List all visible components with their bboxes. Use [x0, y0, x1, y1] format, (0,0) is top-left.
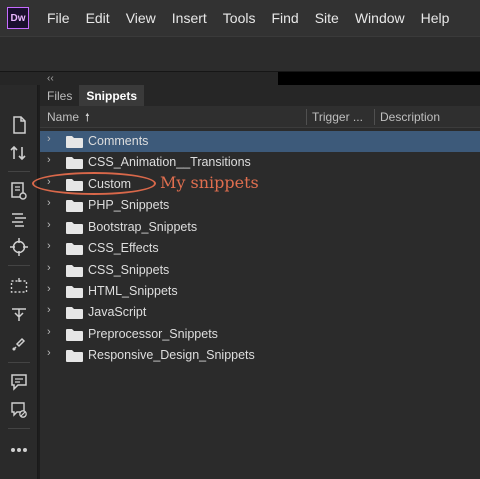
- more-icon[interactable]: [7, 438, 31, 462]
- folder-row-responsive[interactable]: › Responsive_Design_Snippets: [40, 345, 480, 366]
- column-divider[interactable]: [374, 109, 375, 125]
- folder-label: CSS_Animation__Transitions: [88, 155, 251, 169]
- chevron-right-icon[interactable]: ›: [47, 347, 51, 359]
- folder-icon: [66, 350, 83, 362]
- rail-divider: [8, 362, 30, 363]
- folder-icon: [66, 222, 83, 234]
- menu-edit[interactable]: Edit: [78, 0, 118, 36]
- folder-icon: [66, 136, 83, 148]
- menu-file[interactable]: File: [39, 0, 78, 36]
- menu-insert[interactable]: Insert: [164, 0, 215, 36]
- menu-window[interactable]: Window: [347, 0, 413, 36]
- folder-row-html[interactable]: › HTML_Snippets: [40, 281, 480, 302]
- menu-site[interactable]: Site: [307, 0, 347, 36]
- chevron-right-icon[interactable]: ›: [47, 304, 51, 316]
- rail-divider: [8, 265, 30, 266]
- folder-label: CSS_Snippets: [88, 263, 170, 277]
- brush-icon[interactable]: [7, 332, 31, 356]
- rail-divider: [8, 171, 30, 172]
- folder-label: Comments: [88, 134, 149, 148]
- chevron-right-icon[interactable]: ›: [47, 219, 51, 231]
- chevron-right-icon[interactable]: ›: [47, 326, 51, 338]
- folder-row-css-animation[interactable]: › CSS_Animation__Transitions: [40, 152, 480, 173]
- tool-rail: [0, 85, 38, 479]
- column-description[interactable]: Description: [380, 110, 440, 124]
- dom-icon[interactable]: [7, 207, 31, 231]
- document-area-bar: [278, 72, 480, 85]
- column-trigger[interactable]: Trigger ...: [312, 110, 363, 124]
- collapse-row: ‹‹: [0, 72, 480, 85]
- collapse-panel-button[interactable]: ‹‹: [47, 72, 54, 85]
- folder-icon: [66, 329, 83, 341]
- comment-icon[interactable]: [7, 370, 31, 394]
- live-view-icon[interactable]: [7, 179, 31, 203]
- panel-tabs: Files Snippets: [40, 85, 480, 106]
- extract-icon[interactable]: [7, 302, 31, 326]
- dreamweaver-logo: Dw: [7, 7, 29, 29]
- folder-row-css-snippets[interactable]: › CSS_Snippets: [40, 260, 480, 281]
- new-document-icon[interactable]: [7, 113, 31, 137]
- comment-settings-icon[interactable]: [7, 398, 31, 422]
- folder-icon: [66, 286, 83, 298]
- folder-icon: [66, 307, 83, 319]
- chevron-right-icon[interactable]: ›: [47, 197, 51, 209]
- snippets-panel: Files Snippets Name 🠕 Trigger ... Descri…: [40, 85, 480, 479]
- folder-icon: [66, 200, 83, 212]
- column-divider[interactable]: [306, 109, 307, 125]
- menu-tools[interactable]: Tools: [215, 0, 264, 36]
- rail-divider: [8, 428, 30, 429]
- folder-row-preprocessor[interactable]: › Preprocessor_Snippets: [40, 324, 480, 345]
- chevron-right-icon[interactable]: ›: [47, 154, 51, 166]
- annotation-ellipse: [32, 172, 156, 195]
- toolbar-strip: [0, 36, 480, 72]
- folder-label: HTML_Snippets: [88, 284, 178, 298]
- folder-label: PHP_Snippets: [88, 198, 170, 212]
- menu-view[interactable]: View: [118, 0, 164, 36]
- chevron-right-icon[interactable]: ›: [47, 133, 51, 145]
- folder-label: JavaScript: [88, 305, 147, 319]
- column-header: Name 🠕 Trigger ... Description: [40, 106, 480, 128]
- folder-icon: [66, 265, 83, 277]
- sort-ascending-icon[interactable]: 🠕: [85, 109, 90, 128]
- annotation-label: My snippets: [160, 173, 259, 192]
- folder-icon: [66, 157, 83, 169]
- menu-bar: Dw File Edit View Insert Tools Find Site…: [0, 0, 480, 36]
- folder-label: Responsive_Design_Snippets: [88, 348, 255, 362]
- menu-find[interactable]: Find: [263, 0, 306, 36]
- folder-row-php[interactable]: › PHP_Snippets: [40, 195, 480, 216]
- chevron-right-icon[interactable]: ›: [47, 240, 51, 252]
- folder-row-bootstrap[interactable]: › Bootstrap_Snippets: [40, 217, 480, 238]
- folder-icon: [66, 243, 83, 255]
- folder-label: Bootstrap_Snippets: [88, 220, 198, 234]
- chevron-right-icon[interactable]: ›: [47, 283, 51, 295]
- folder-row-comments[interactable]: › Comments: [40, 131, 480, 152]
- file-transfer-icon[interactable]: [7, 141, 31, 165]
- folder-label: CSS_Effects: [88, 241, 159, 255]
- marquee-select-icon[interactable]: [7, 274, 31, 298]
- tab-files[interactable]: Files: [40, 85, 79, 106]
- menu-help[interactable]: Help: [413, 0, 458, 36]
- column-name[interactable]: Name: [47, 110, 79, 124]
- folder-row-javascript[interactable]: › JavaScript: [40, 302, 480, 323]
- chevron-right-icon[interactable]: ›: [47, 262, 51, 274]
- folder-label: Preprocessor_Snippets: [88, 327, 218, 341]
- target-icon[interactable]: [7, 235, 31, 259]
- tab-snippets[interactable]: Snippets: [79, 85, 145, 106]
- folder-row-css-effects[interactable]: › CSS_Effects: [40, 238, 480, 259]
